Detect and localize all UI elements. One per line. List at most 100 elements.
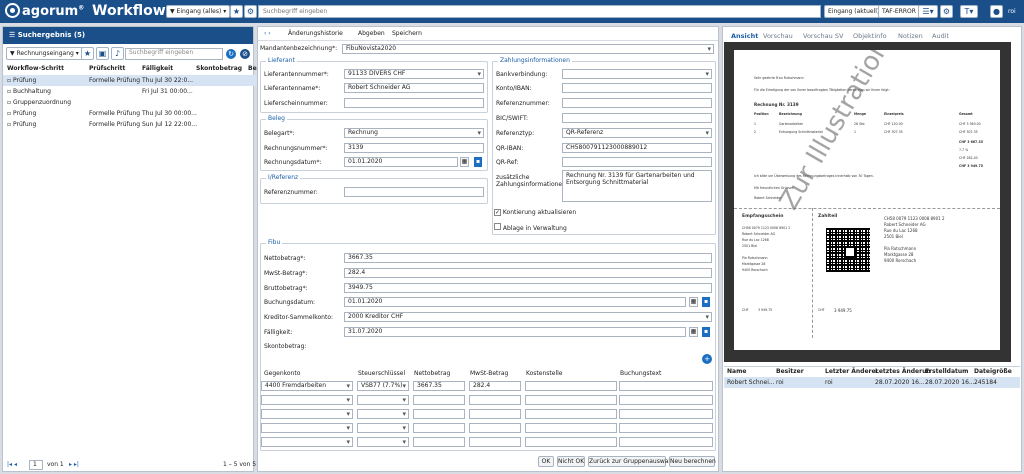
delete-icon[interactable]: ▪ bbox=[702, 297, 710, 307]
tab-objektinfo[interactable]: Objektinfo bbox=[853, 32, 887, 40]
tab-notizen[interactable]: Notizen bbox=[898, 32, 923, 40]
bell-icon[interactable]: ♪ bbox=[111, 47, 124, 60]
block-icon[interactable]: ⊘ bbox=[240, 49, 250, 59]
recalculate-button[interactable]: Neu berechnen bbox=[669, 456, 716, 467]
mwst-field[interactable]: 282.4 bbox=[344, 268, 712, 278]
ablage-checkbox[interactable]: Ablage in Verwaltung bbox=[494, 223, 567, 232]
fibu-cell[interactable] bbox=[525, 409, 617, 419]
fibu-cell[interactable] bbox=[357, 423, 409, 433]
fibu-cell[interactable] bbox=[357, 395, 409, 405]
fibu-cell[interactable] bbox=[261, 409, 353, 419]
col-erstelldatum[interactable]: Erstelldatum bbox=[925, 368, 968, 375]
save-icon[interactable]: ▣ bbox=[96, 47, 109, 60]
referenztyp-select[interactable]: QR-Referenz bbox=[562, 128, 712, 138]
lieferantennummer-select[interactable]: 91133 DIVERS CHF bbox=[344, 69, 484, 79]
rechnungsnummer-field[interactable]: 3139 bbox=[344, 143, 484, 153]
buchungsdatum-field[interactable]: 01.01.2020 bbox=[344, 297, 686, 307]
col-workflow-schritt[interactable]: Workflow-Schritt bbox=[7, 65, 64, 72]
fibu-cell[interactable] bbox=[357, 409, 409, 419]
tab-vorschau[interactable]: Vorschau bbox=[763, 32, 793, 40]
submit-button[interactable]: Abgeben bbox=[358, 30, 385, 37]
fibu-cell[interactable] bbox=[261, 423, 353, 433]
filter-dropdown[interactable]: ▼ Rechnungseingang ▾ bbox=[6, 47, 83, 60]
add-row-icon[interactable]: + bbox=[702, 354, 712, 364]
pager-next-icon[interactable]: ▸ ▸| bbox=[69, 461, 79, 468]
text-icon[interactable]: T▾ bbox=[960, 5, 978, 18]
col-dateigroesse[interactable]: Dateigröße bbox=[974, 368, 1012, 375]
fibu-cell[interactable] bbox=[261, 437, 353, 447]
fibu-cell[interactable] bbox=[469, 409, 521, 419]
kreditor-select[interactable]: 2000 Kreditor CHF bbox=[344, 312, 712, 322]
left-search-input[interactable]: Suchbegriff eingeben bbox=[125, 48, 223, 60]
fibu-cell[interactable] bbox=[469, 423, 521, 433]
delete-icon[interactable]: ▪ bbox=[474, 157, 482, 167]
user-avatar-icon[interactable]: ● bbox=[990, 5, 1003, 18]
rechnungsdatum-field[interactable]: 01.01.2020 bbox=[344, 157, 458, 167]
referenznummer-field[interactable] bbox=[344, 187, 484, 197]
global-search-input[interactable]: Suchbegriff eingeben bbox=[258, 5, 821, 18]
fibu-cell[interactable] bbox=[413, 437, 465, 447]
pager-prev-icon[interactable]: |◂ ◂ bbox=[7, 461, 17, 468]
fibu-cell[interactable]: 3667.35 bbox=[413, 381, 465, 391]
fibu-cell[interactable] bbox=[469, 395, 521, 405]
kontierung-checkbox[interactable]: ✓ Kontierung aktualisieren bbox=[494, 209, 576, 216]
faelligkeit-field[interactable]: 31.07.2020 bbox=[344, 327, 686, 337]
fibu-cell[interactable] bbox=[413, 395, 465, 405]
nav-arrows[interactable]: ‹ › bbox=[264, 30, 271, 37]
ok-button[interactable]: OK bbox=[538, 456, 554, 467]
table-row[interactable]: ▫ Prüfung Formelle Prüfung Sun Jul 12 22:0… bbox=[3, 119, 257, 130]
bic-field[interactable] bbox=[562, 113, 712, 123]
fibu-cell[interactable] bbox=[413, 409, 465, 419]
document-viewer[interactable]: Sehr geehrte Frau Rutschmann Für die Erl… bbox=[724, 42, 1011, 362]
nicht-ok-button[interactable]: Nicht OK bbox=[557, 456, 585, 467]
col-be[interactable]: Be bbox=[248, 65, 257, 72]
fibu-cell[interactable] bbox=[619, 395, 713, 405]
back-to-group-button[interactable]: Zurück zur Gruppenauswahl bbox=[588, 456, 674, 467]
history-button[interactable]: Änderungshistorie bbox=[288, 30, 343, 37]
lieferantenname-field[interactable]: Robert Schneider AG bbox=[344, 83, 484, 93]
fibu-cell[interactable] bbox=[469, 437, 521, 447]
tab-vorschau-sv[interactable]: Vorschau SV bbox=[803, 32, 843, 40]
zahl-referenz-field[interactable] bbox=[562, 98, 712, 108]
refresh-icon[interactable]: ↻ bbox=[226, 49, 236, 59]
calendar-icon[interactable]: ▦ bbox=[689, 327, 698, 337]
col-letzter-aenderer[interactable]: Letzter Änderer bbox=[825, 368, 879, 375]
col-faelligkeit[interactable]: Fälligkeit bbox=[142, 65, 173, 72]
fibu-cell[interactable]: VSB77 (7.7%) bbox=[357, 381, 409, 391]
save-button[interactable]: Speichern bbox=[392, 30, 422, 37]
settings-icon[interactable]: ⚙ bbox=[940, 5, 953, 18]
col-letzte-aenderung[interactable]: Letztes Änderun bbox=[875, 368, 931, 375]
table-row[interactable]: ▫ Gruppenzuordnung bbox=[3, 97, 257, 108]
col-pruefschritt[interactable]: Prüfschritt bbox=[89, 65, 125, 72]
fibu-cell[interactable] bbox=[619, 423, 713, 433]
fibu-cell[interactable] bbox=[525, 395, 617, 405]
inbox-filter-dropdown[interactable]: ▼ Eingang (alles) ▾ bbox=[166, 5, 231, 18]
fibu-cell[interactable]: 4400 Fremdarbeiten bbox=[261, 381, 353, 391]
col-skontobetrag[interactable]: Skontobetrag bbox=[196, 65, 242, 72]
calendar-icon[interactable]: ▦ bbox=[460, 157, 469, 167]
fibu-cell[interactable] bbox=[619, 437, 713, 447]
mandant-select[interactable]: FibuNovista2020 bbox=[342, 44, 714, 54]
iban-field[interactable] bbox=[562, 83, 712, 93]
inbox-current-button[interactable]: Eingang (aktuell) bbox=[824, 5, 884, 18]
delete-icon[interactable]: ▪ bbox=[702, 327, 710, 337]
fibu-cell[interactable] bbox=[261, 395, 353, 405]
page-input[interactable]: 1 bbox=[29, 460, 43, 470]
file-row[interactable]: Robert Schnei... roi roi 28.07.2020 16..… bbox=[724, 377, 1020, 388]
tab-audit[interactable]: Audit bbox=[932, 32, 949, 40]
qr-iban-field[interactable]: CH5800791123000889012 bbox=[562, 143, 712, 153]
belegart-select[interactable]: Rechnung bbox=[344, 128, 484, 138]
fibu-cell[interactable]: 282.4 bbox=[469, 381, 521, 391]
bruttobetrag-field[interactable]: 3949.75 bbox=[344, 283, 712, 293]
taf-error-button[interactable]: TAF-ERROR bbox=[878, 5, 920, 18]
table-row[interactable]: ▫ Buchhaltung Fri Jul 31 00:00... bbox=[3, 86, 257, 97]
star-icon[interactable]: ★ bbox=[230, 5, 243, 18]
nettobetrag-field[interactable]: 3667.35 bbox=[344, 253, 712, 263]
gear-icon[interactable]: ⚙ bbox=[244, 5, 257, 18]
bank-select[interactable] bbox=[562, 69, 712, 79]
col-besitzer[interactable]: Besitzer bbox=[776, 368, 804, 375]
calendar-icon[interactable]: ▦ bbox=[689, 297, 698, 307]
fibu-cell[interactable] bbox=[619, 409, 713, 419]
fibu-cell[interactable] bbox=[413, 423, 465, 433]
fibu-cell[interactable] bbox=[525, 381, 617, 391]
